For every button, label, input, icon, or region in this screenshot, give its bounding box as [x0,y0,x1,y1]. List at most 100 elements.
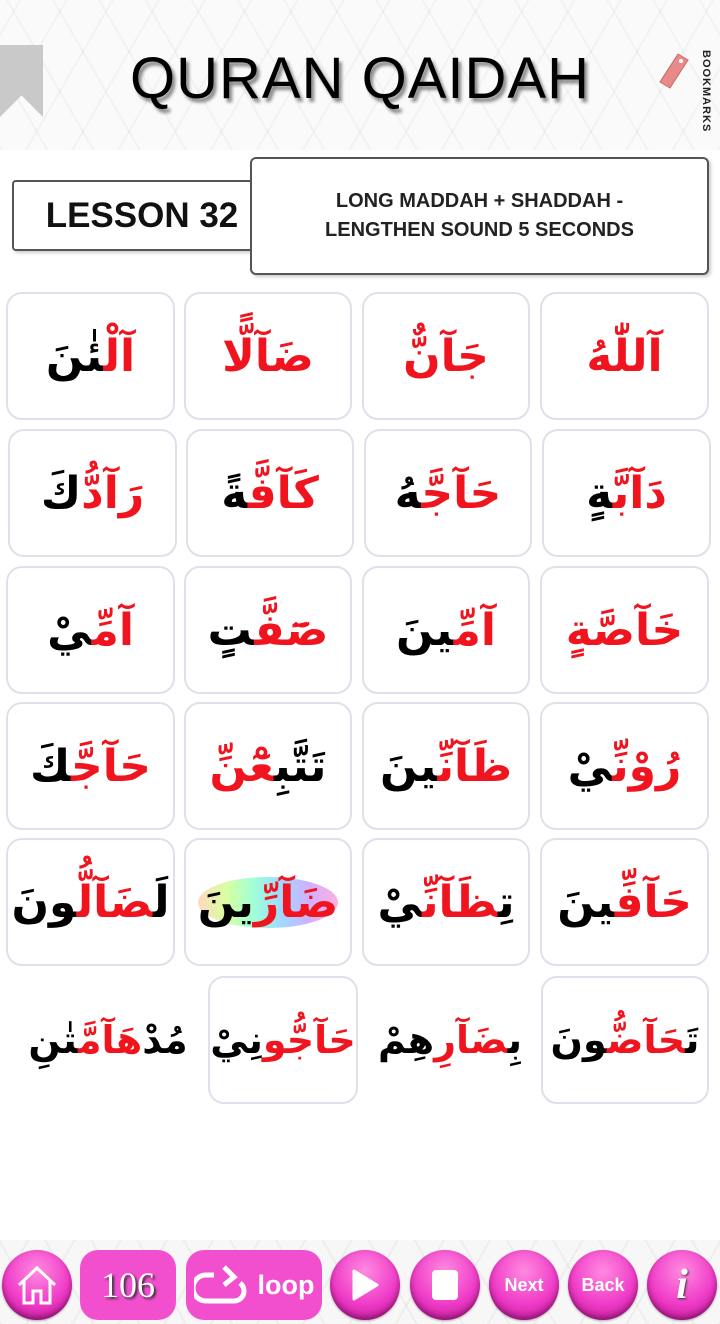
word-card[interactable]: دَآبَّةٍ [542,429,711,557]
next-button[interactable]: Next [489,1250,559,1320]
word-segment: صَٓفَّ [254,604,329,656]
bookmark-tag-icon[interactable] [656,52,690,90]
word-segment: ةً [221,467,248,519]
arabic-word: آمِّيْ [47,605,134,656]
stop-button[interactable] [410,1250,480,1320]
word-segment: كَ [30,740,72,792]
word-card[interactable]: حَآجُّونِيْ [208,976,358,1104]
word-segment: لَ [153,876,170,928]
word-card[interactable]: آللّٰهُ [540,292,709,420]
word-segment: ينَ [379,740,438,792]
word-segment: ونَ [11,876,77,928]
word-segment: يْ [377,876,423,928]
play-icon [352,1269,379,1301]
arabic-word: ضَآرِّينَ [197,876,339,928]
arabic-word: آلْئٰنَ [46,331,135,382]
arabic-word: كَآفَّةً [221,468,319,519]
word-card[interactable]: صَٓفَّتٍ [184,566,352,694]
word-card[interactable]: تَحَآضُّونَ [541,976,709,1104]
word-card[interactable]: حَآجَّكَ [6,702,175,830]
arabic-word: رُوْنِّيْ [568,741,682,792]
arabic-word: دَآبَّةٍ [586,468,667,519]
word-segment: كَآفَّ [247,467,319,519]
word-segment: يْ [567,740,613,792]
lesson-number: LESSON 32 [12,180,272,251]
word-segment: بِ [507,1018,523,1062]
arabic-word: آللّٰهُ [586,331,662,382]
arabic-word: حَآجَّكَ [30,741,151,792]
word-card[interactable]: آمِّينَ [362,566,530,694]
home-button[interactable] [2,1250,72,1320]
word-card[interactable]: ضَآرِّينَ [184,838,352,966]
word-segment: ونَ [550,1018,607,1062]
word-card[interactable]: ظَآنِّينَ [362,702,530,830]
word-segment: آمِّ [91,604,134,656]
word-card[interactable]: حَآجَّهُ [364,429,532,557]
word-segment: هُ [394,467,422,519]
page-number-button[interactable]: 106 [80,1250,176,1320]
loop-label: loop [257,1269,315,1300]
back-button[interactable]: Back [568,1250,638,1320]
word-card[interactable]: لَضَآلُّونَ [6,838,175,966]
description-line-1: LONG MADDAH + SHADDAH - [335,190,624,212]
word-card[interactable]: مُدْهَآمَّتٰنِ [10,976,206,1104]
word-segment: ينَ [396,604,454,656]
word-card[interactable]: آمِّيْ [6,566,175,694]
word-card[interactable]: جَآنٌّ [362,292,530,420]
arabic-word: لَضَآلُّونَ [11,877,169,928]
arabic-word: خَآصَّةٍ [566,605,683,656]
word-segment: نِيْ [210,1018,263,1062]
arabic-word: حَآجَّهُ [395,468,502,519]
bookmarks-label[interactable]: BOOKMARKS [700,50,712,132]
word-segment: رَآدُّ [81,467,145,519]
word-segment: حَآجَّ [71,740,151,792]
app-title: QURAN QAIDAH [130,46,590,111]
word-card[interactable]: بِضَآرِهِمْ [362,976,538,1104]
word-segment: حَآضُّ [606,1018,686,1062]
word-segment: تَتَّبِ [273,740,327,792]
word-segment: تٰنِ [28,1018,79,1062]
info-button[interactable]: i [647,1250,717,1320]
word-segment: ةٍ [586,467,613,519]
word-card[interactable]: آلْئٰنَ [6,292,175,420]
word-segment: حَآجُّو [262,1018,356,1062]
word-card[interactable]: حَآفِّينَ [540,838,709,966]
word-segment: ئٰنَ [45,330,104,382]
arabic-word: صَٓفَّتٍ [208,605,329,656]
word-segment: آللّٰهُ [586,330,663,382]
word-segment: خَآصَّةٍ [565,604,684,656]
word-segment: حَآجَّ [421,467,502,519]
arabic-word: آمِّينَ [396,605,496,656]
word-segment: ظَآنِّ [422,876,498,928]
word-card[interactable]: خَآصَّةٍ [540,566,709,694]
arabic-word: حَآفِّينَ [557,877,692,928]
arabic-word: بِضَآرِهِمْ [378,1018,522,1062]
word-segment: تَ [685,1018,700,1062]
word-card[interactable]: رُوْنِّيْ [540,702,709,830]
arabic-word: حَآجُّونِيْ [210,1018,356,1062]
lesson-description: LONG MADDAH + SHADDAH - LENGTHEN SOUND 5… [250,157,709,275]
word-segment: آلْ [103,330,136,382]
word-card[interactable]: رَآدُّكَ [8,429,177,557]
description-line-2: LENGTHEN SOUND 5 SECONDS [325,219,634,241]
word-segment: ظَآنِّ [437,740,513,792]
word-segment: جَآنٌّ [403,330,489,382]
arabic-word: مُدْهَآمَّتٰنِ [28,1018,187,1062]
loop-button[interactable]: loop [186,1250,322,1320]
word-card[interactable]: كَآفَّةً [186,429,354,557]
word-card[interactable]: ضَآلًّا [184,292,352,420]
word-segment: تِ [497,876,515,928]
arabic-word: رَآدُّكَ [41,468,144,519]
word-segment: دَآبَّ [612,467,667,519]
word-segment: ينَ [557,876,615,928]
word-segment: ضَآرِ [434,1018,508,1062]
word-segment: ضَآلُّ [76,876,153,928]
word-segment: ضَآرِّ [253,876,339,928]
word-segment: عْٓنِّ [209,740,274,792]
word-card[interactable]: تَتَّبِعْٓنِّ [184,702,352,830]
word-segment: آمِّ [453,604,496,656]
word-segment: ضَآلًّا [222,330,314,382]
play-button[interactable] [330,1250,400,1320]
word-segment: هِمْ [377,1018,435,1062]
word-card[interactable]: تِظَآنِّيْ [362,838,530,966]
